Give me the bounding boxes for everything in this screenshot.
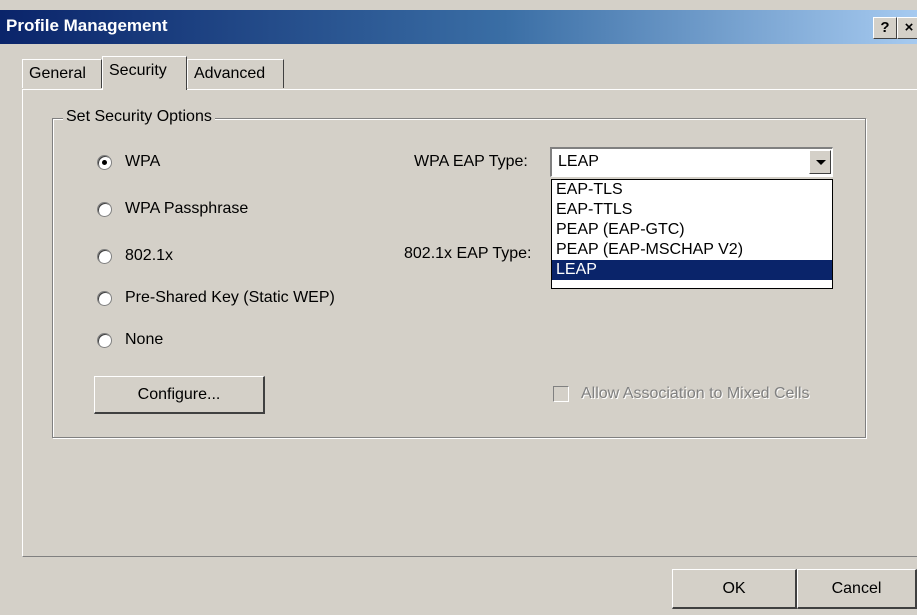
radio-pre-shared-key-label: Pre-Shared Key (Static WEP) xyxy=(125,289,335,306)
close-button[interactable]: × xyxy=(897,17,917,39)
radio-wpa-passphrase[interactable]: WPA Passphrase xyxy=(97,198,248,220)
radio-8021x[interactable]: 802.1x xyxy=(97,245,173,267)
radio-wpa-control[interactable] xyxy=(97,154,112,170)
tab-general[interactable]: General xyxy=(22,59,102,88)
mixed-cells-checkbox[interactable] xyxy=(553,386,569,402)
dropdown-option-eap-ttls[interactable]: EAP-TTLS xyxy=(552,200,832,220)
mixed-cells-checkbox-row[interactable]: Allow Association to Mixed Cells xyxy=(553,385,810,403)
radio-pre-shared-key[interactable]: Pre-Shared Key (Static WEP) xyxy=(97,287,335,309)
window-title: Profile Management xyxy=(6,16,168,35)
profile-management-window: Profile Management ? × General Security … xyxy=(0,0,917,615)
radio-wpa-passphrase-control[interactable] xyxy=(97,201,112,217)
radio-none-label: None xyxy=(125,331,164,348)
dropdown-option-eap-tls[interactable]: EAP-TLS xyxy=(552,180,832,200)
ok-button[interactable]: OK xyxy=(672,569,797,609)
title-bar[interactable]: Profile Management ? × xyxy=(0,10,917,44)
radio-wpa-label: WPA xyxy=(125,153,161,170)
radio-wpa-passphrase-label: WPA Passphrase xyxy=(125,200,249,217)
mixed-cells-label: Allow Association to Mixed Cells xyxy=(581,385,810,402)
radio-wpa[interactable]: WPA xyxy=(97,151,160,173)
tab-security[interactable]: Security xyxy=(102,56,187,90)
wpa-eap-type-select[interactable]: LEAP xyxy=(550,147,833,177)
radio-none-control[interactable] xyxy=(97,332,112,348)
configure-button[interactable]: Configure... xyxy=(94,376,265,414)
cancel-button[interactable]: Cancel xyxy=(797,569,917,609)
tab-general-label: General xyxy=(29,65,86,82)
dropdown-option-peap-mschap[interactable]: PEAP (EAP-MSCHAP V2) xyxy=(552,240,832,260)
dropdown-option-leap[interactable]: LEAP xyxy=(552,260,832,280)
tab-security-label: Security xyxy=(109,62,167,79)
eap-type-dropdown-list: EAP-TLS EAP-TTLS PEAP (EAP-GTC) PEAP (EA… xyxy=(551,179,833,289)
group-label: Set Security Options xyxy=(63,108,215,126)
8021x-eap-type-label: 802.1x EAP Type: xyxy=(404,245,532,262)
tab-advanced-label: Advanced xyxy=(194,65,266,82)
chevron-down-icon[interactable] xyxy=(809,150,831,174)
radio-8021x-label: 802.1x xyxy=(125,247,174,264)
tab-advanced[interactable]: Advanced xyxy=(187,59,284,88)
wpa-eap-type-value: LEAP xyxy=(558,153,599,170)
help-button[interactable]: ? xyxy=(873,17,897,39)
radio-none[interactable]: None xyxy=(97,329,163,351)
wpa-eap-type-label: WPA EAP Type: xyxy=(414,153,528,170)
radio-pre-shared-key-control[interactable] xyxy=(97,290,112,306)
radio-8021x-control[interactable] xyxy=(97,248,112,264)
dropdown-option-peap-gtc[interactable]: PEAP (EAP-GTC) xyxy=(552,220,832,240)
